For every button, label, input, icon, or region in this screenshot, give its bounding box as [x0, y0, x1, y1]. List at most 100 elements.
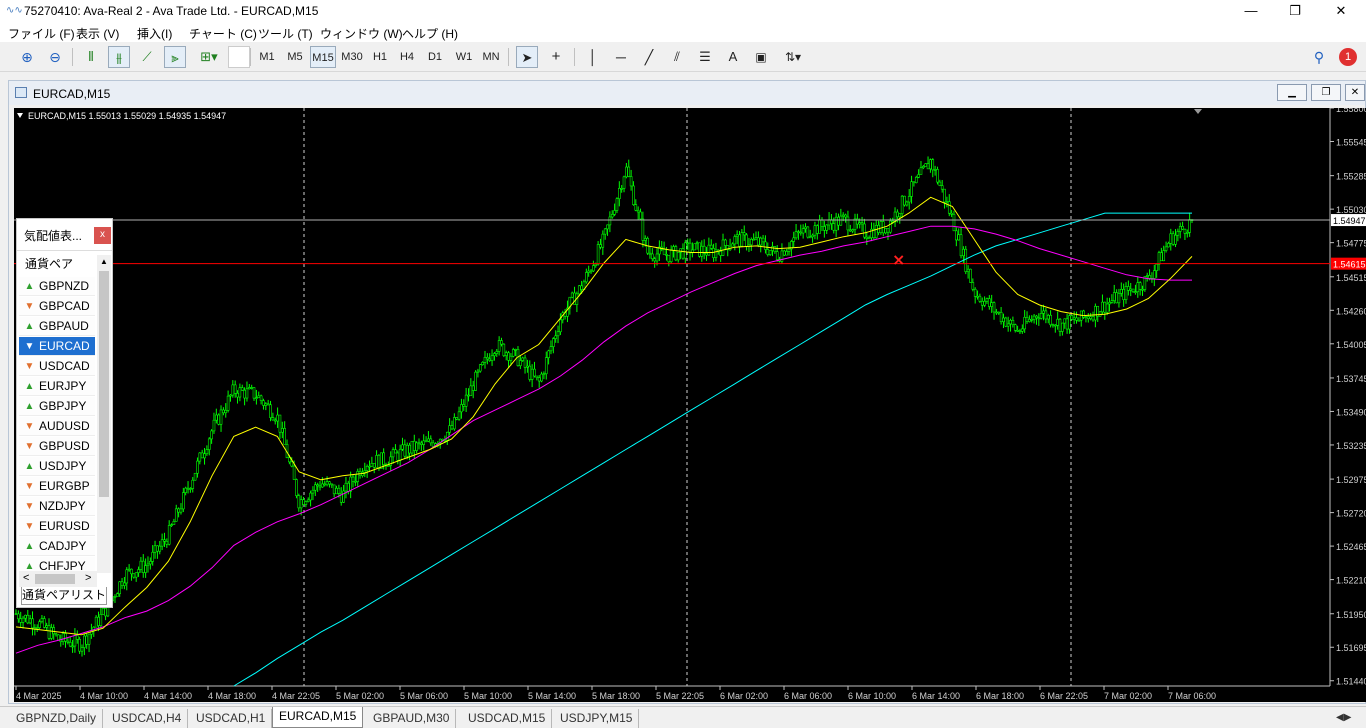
timeframe-w1-button[interactable]: W1	[453, 46, 475, 68]
market-watch-title: 気配値表...	[24, 229, 83, 243]
timeframe-m15-button[interactable]: M15	[310, 46, 336, 68]
menu-chart[interactable]: チャート (C)	[189, 25, 257, 42]
candle-body	[31, 618, 34, 629]
symbol-row-eurcad[interactable]: ▼ EURCAD	[19, 337, 95, 356]
timeframe-m30-button[interactable]: M30	[339, 46, 365, 68]
market-watch-close-button[interactable]: x	[94, 227, 111, 244]
candle-body	[85, 635, 89, 645]
candle-body	[1013, 324, 1017, 331]
text-label-icon[interactable]: ▣	[750, 46, 772, 68]
template-icon[interactable]	[228, 46, 250, 68]
chart-close-button[interactable]: ✕	[1345, 84, 1365, 101]
horizontal-line-icon[interactable]: ─	[610, 46, 632, 68]
symbol-row-gbpjpy[interactable]: ▲ GBPJPY	[19, 397, 95, 416]
zoom-in-icon[interactable]: ⊕	[16, 46, 38, 68]
chart-canvas[interactable]: 1.55800 1.55545 1.55285 1.55030 1.54775 1.545…	[14, 108, 1366, 702]
candle-body	[879, 221, 883, 233]
tab-usdcad-m15[interactable]: USDCAD,M15	[462, 709, 553, 728]
arrows-dropdown-icon[interactable]: ⇅▾	[778, 46, 808, 68]
timeframe-h1-button[interactable]: H1	[369, 46, 391, 68]
candle-body	[332, 484, 336, 495]
candle-body	[304, 501, 308, 505]
tab-gbpaud-m30[interactable]: GBPAUD,M30	[367, 709, 457, 728]
candle-body	[170, 524, 173, 526]
timeframe-m1-button[interactable]: M1	[256, 46, 278, 68]
symbol-row-gbpusd[interactable]: ▼ GBPUSD	[19, 437, 95, 456]
chart-menu-triangle-icon[interactable]	[17, 113, 23, 118]
symbol-row-gbpaud[interactable]: ▲ GBPAUD	[19, 317, 95, 336]
cursor-icon[interactable]: ➤	[516, 46, 538, 68]
indicator-add-icon[interactable]: ⊞▾	[194, 46, 224, 68]
price-chart[interactable]: 1.55800 1.55545 1.55285 1.55030 1.54775 1.545…	[14, 108, 1366, 702]
tab-usdjpy-m15[interactable]: USDJPY,M15	[554, 709, 640, 728]
hscroll-thumb[interactable]	[35, 574, 75, 584]
tab-usdcad-h4[interactable]: USDCAD,H4	[106, 709, 189, 728]
symbol-row-eurusd[interactable]: ▼ EURUSD	[19, 517, 95, 536]
timeframe-m5-button[interactable]: M5	[284, 46, 306, 68]
chart-minimize-button[interactable]: ▁	[1277, 84, 1307, 101]
scrollbar-thumb[interactable]	[99, 271, 109, 497]
search-icon[interactable]: ⚲	[1308, 46, 1330, 68]
candle-body	[922, 166, 925, 169]
line-chart-icon[interactable]: ⟋	[136, 46, 158, 68]
market-watch-column-header[interactable]: 通貨ペア	[18, 255, 96, 273]
text-tool-icon[interactable]: A	[722, 46, 744, 68]
candle-body	[215, 414, 218, 421]
scroll-right-icon[interactable]: >	[85, 572, 91, 584]
candle-body	[985, 298, 989, 302]
candle-body	[926, 163, 930, 170]
symbol-row-cadjpy[interactable]: ▲ CADJPY	[19, 537, 95, 556]
candle-body	[321, 483, 324, 488]
restore-button[interactable]: ❐	[1272, 0, 1318, 22]
vertical-line-icon[interactable]: │	[582, 46, 604, 68]
menu-help[interactable]: ヘルプ (H)	[402, 25, 458, 42]
candlestick-chart-icon[interactable]: ⫵	[108, 46, 130, 68]
symbol-row-gbpcad[interactable]: ▼ GBPCAD	[19, 297, 95, 316]
timeframe-h4-button[interactable]: H4	[396, 46, 418, 68]
menu-window[interactable]: ウィンドウ (W)	[320, 25, 403, 42]
candle-body	[191, 479, 195, 489]
menu-insert[interactable]: 挿入(I)	[137, 25, 172, 42]
symbol-row-gbpnzd[interactable]: ▲ GBPNZD	[19, 277, 95, 296]
equidistant-channel-icon[interactable]: ⫽	[666, 46, 688, 68]
timeframe-mn-button[interactable]: MN	[480, 46, 502, 68]
candle-body	[250, 387, 253, 389]
zoom-out-icon[interactable]: ⊖	[44, 46, 66, 68]
minimize-button[interactable]: —	[1228, 0, 1274, 22]
chart-shift-marker[interactable]	[1194, 109, 1202, 114]
symbol-list-tab[interactable]: 通貨ペアリスト	[21, 587, 107, 605]
scroll-left-icon[interactable]: <	[23, 572, 29, 584]
bar-chart-icon[interactable]: ⫴	[80, 46, 102, 68]
symbol-row-eurgbp[interactable]: ▼ EURGBP	[19, 477, 95, 496]
menu-view[interactable]: 表示 (V)	[76, 25, 119, 42]
chart-restore-button[interactable]: ❐	[1311, 84, 1341, 101]
candle-body	[1124, 286, 1128, 301]
scroll-up-icon[interactable]: ▲	[100, 257, 108, 266]
timeframe-d1-button[interactable]: D1	[424, 46, 446, 68]
symbol-row-eurjpy[interactable]: ▲ EURJPY	[19, 377, 95, 396]
symbol-row-usdcad[interactable]: ▼ USDCAD	[19, 357, 95, 376]
tabs-scroll-icon[interactable]: ◀▶	[1330, 709, 1357, 728]
tab-gbpnzd-daily[interactable]: GBPNZD,Daily	[10, 709, 104, 728]
close-button[interactable]: ✕	[1318, 0, 1364, 22]
horizontal-scrollbar[interactable]: < >	[19, 571, 97, 587]
symbol-row-audusd[interactable]: ▼ AUDUSD	[19, 417, 95, 436]
fibonacci-icon[interactable]: ☰	[694, 46, 716, 68]
menu-tools[interactable]: ツール (T)	[258, 25, 313, 42]
trendline-icon[interactable]: ╱	[638, 46, 660, 68]
candle-body	[290, 461, 294, 467]
symbol-row-usdjpy[interactable]: ▲ USDJPY	[19, 457, 95, 476]
candle-body	[328, 481, 331, 485]
candle-body	[992, 302, 996, 313]
vertical-scrollbar[interactable]: ▲	[97, 255, 111, 573]
tab-eurcad-m15[interactable]: EURCAD,M15	[272, 707, 364, 728]
crosshair-icon[interactable]: +	[545, 46, 567, 68]
auto-scroll-icon[interactable]: ⫸	[164, 46, 186, 68]
candle-body	[269, 404, 272, 418]
menu-file[interactable]: ファイル (F)	[8, 25, 75, 42]
candle-body	[365, 466, 369, 471]
candle-body	[627, 166, 631, 177]
symbol-row-nzdjpy[interactable]: ▼ NZDJPY	[19, 497, 95, 516]
notification-icon[interactable]: 1	[1336, 46, 1360, 68]
tab-usdcad-h1[interactable]: USDCAD,H1	[190, 709, 273, 728]
